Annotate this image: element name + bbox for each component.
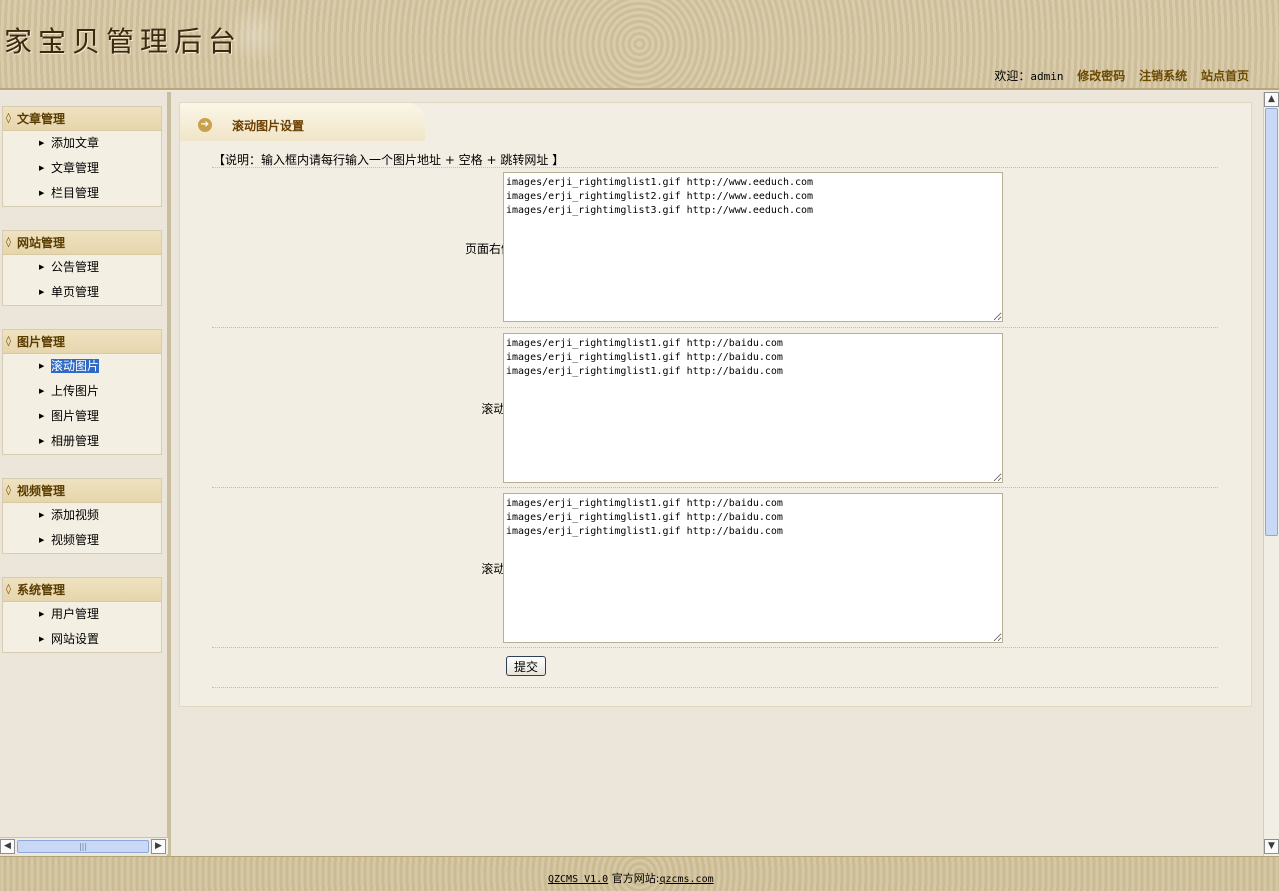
menu-group-header[interactable]: ◊ 文章管理: [3, 107, 161, 131]
arrow-right-icon: ▶: [39, 412, 45, 420]
scroll-thumb[interactable]: [1265, 108, 1278, 536]
diamond-icon: ◊: [6, 485, 11, 496]
sidebar-item-label: 单页管理: [51, 285, 100, 299]
scroll3-textarea[interactable]: images/erji_rightimglist1.gif http://bai…: [503, 493, 1003, 643]
sidebar-item-label: 栏目管理: [51, 186, 100, 200]
arrow-right-icon: ▶: [39, 635, 45, 643]
sidebar-item-scroll-images[interactable]: ▶ 滚动图片: [3, 354, 161, 379]
scroll-thumb[interactable]: |||: [17, 840, 149, 853]
header: 家宝贝管理后台 欢迎：admin 修改密码 注销系统 站点首页: [0, 0, 1279, 90]
sidebar-item-label: 滚动图片: [51, 359, 100, 373]
product-link[interactable]: QZCMS V1.0: [548, 874, 608, 885]
right-side-textarea[interactable]: images/erji_rightimglist1.gif http://www…: [503, 172, 1003, 322]
arrow-right-icon: ▶: [39, 511, 45, 519]
sidebar-item-upload-images[interactable]: ▶ 上传图片: [3, 379, 161, 404]
sidebar-item-label: 相册管理: [51, 434, 100, 448]
sidebar-item-add-video[interactable]: ▶ 添加视频: [3, 503, 161, 528]
menu-group-header[interactable]: ◊ 视频管理: [3, 479, 161, 503]
app-title: 家宝贝管理后台: [4, 25, 243, 58]
form-row-submit: 提交: [212, 647, 1218, 687]
menu-group-articles: ◊ 文章管理 ▶ 添加文章 ▶ 文章管理 ▶ 栏目管理: [2, 106, 162, 207]
sidebar-item-label: 用户管理: [51, 607, 100, 621]
arrow-right-icon: ▶: [39, 610, 45, 618]
sidebar-item-label: 图片管理: [51, 409, 100, 423]
sidebar-item-notice-manage[interactable]: ▶ 公告管理: [3, 255, 161, 280]
sidebar-item-article-manage[interactable]: ▶ 文章管理: [3, 156, 161, 181]
diamond-icon: ◊: [6, 237, 11, 248]
sidebar-item-label: 上传图片: [51, 384, 100, 398]
menu-group-title: 视频管理: [17, 484, 66, 498]
main-content: ➔ 滚动图片设置 【说明：输入框内请每行输入一个图片地址 + 空格 + 跳转网址…: [171, 92, 1263, 856]
panel-tab: ➔ 滚动图片设置: [180, 103, 425, 141]
form-bottom-divider: [212, 687, 1218, 688]
sidebar-item-page-manage[interactable]: ▶ 单页管理: [3, 280, 161, 305]
submit-button[interactable]: 提交: [506, 656, 546, 676]
sidebar-item-album-manage[interactable]: ▶ 相册管理: [3, 429, 161, 454]
arrow-right-icon: ▶: [39, 164, 45, 172]
arrow-right-icon: ▶: [39, 536, 45, 544]
arrow-right-icon: ▶: [39, 362, 45, 370]
sidebar-item-category-manage[interactable]: ▶ 栏目管理: [3, 181, 161, 206]
arrow-right-icon: ▶: [39, 139, 45, 147]
menu-group-header[interactable]: ◊ 系统管理: [3, 578, 161, 602]
instruction-note: 【说明：输入框内请每行输入一个图片地址 + 空格 + 跳转网址 】: [213, 153, 565, 167]
diamond-icon: ◊: [6, 113, 11, 124]
diamond-icon: ◊: [6, 336, 11, 347]
menu-group-title: 文章管理: [17, 112, 66, 126]
menu-group-header[interactable]: ◊ 图片管理: [3, 330, 161, 354]
sidebar-item-label: 网站设置: [51, 632, 100, 646]
circle-arrow-icon: ➔: [198, 118, 212, 132]
form-row-scroll2: 滚动2： images/erji_rightimglist1.gif http:…: [212, 327, 1218, 487]
sidebar-item-label: 文章管理: [51, 161, 100, 175]
diamond-icon: ◊: [6, 584, 11, 595]
form-row-scroll3: 滚动3： images/erji_rightimglist1.gif http:…: [212, 487, 1218, 647]
menu-group-title: 图片管理: [17, 335, 66, 349]
arrow-right-icon: ▶: [39, 189, 45, 197]
main-vertical-scrollbar[interactable]: ▲ ▼: [1263, 92, 1279, 856]
scroll-right-icon[interactable]: ▶: [151, 839, 166, 854]
username: admin: [1030, 70, 1064, 83]
sidebar-item-label: 添加视频: [51, 508, 100, 522]
sidebar-item-label: 视频管理: [51, 533, 100, 547]
menu-group-images: ◊ 图片管理 ▶ 滚动图片 ▶ 上传图片 ▶ 图片管理 ▶ 相册管理: [2, 329, 162, 455]
top-links: 欢迎：admin 修改密码 注销系统 站点首页: [994, 67, 1249, 84]
site-label: 官方网站:: [611, 872, 660, 885]
menu-group-title: 系统管理: [17, 583, 66, 597]
change-password-link[interactable]: 修改密码: [1077, 69, 1125, 83]
official-site-link[interactable]: qzcms.com: [659, 874, 713, 885]
menu-group-header[interactable]: ◊ 网站管理: [3, 231, 161, 255]
sidebar-item-label: 公告管理: [51, 260, 100, 274]
arrow-right-icon: ▶: [39, 437, 45, 445]
menu-group-site: ◊ 网站管理 ▶ 公告管理 ▶ 单页管理: [2, 230, 162, 306]
scroll2-textarea[interactable]: images/erji_rightimglist1.gif http://bai…: [503, 333, 1003, 483]
welcome-text: 欢迎：: [994, 69, 1031, 83]
footer: QZCMS V1.0 官方网站:qzcms.com: [0, 856, 1279, 891]
sidebar-item-user-manage[interactable]: ▶ 用户管理: [3, 602, 161, 627]
arrow-right-icon: ▶: [39, 263, 45, 271]
arrow-right-icon: ▶: [39, 288, 45, 296]
site-home-link[interactable]: 站点首页: [1201, 69, 1249, 83]
panel-title: 滚动图片设置: [232, 119, 305, 133]
menu-group-title: 网站管理: [17, 236, 66, 250]
footer-text: QZCMS V1.0 官方网站:qzcms.com: [548, 870, 714, 886]
sidebar-item-image-manage[interactable]: ▶ 图片管理: [3, 404, 161, 429]
sidebar: ◊ 文章管理 ▶ 添加文章 ▶ 文章管理 ▶ 栏目管理 ◊ 网站管理 ▶ 公告管理 ▶ 单页管…: [0, 92, 171, 856]
form-row-right-side: 页面右侧： images/erji_rightimglist1.gif http…: [212, 167, 1218, 327]
scroll-left-icon[interactable]: ◀: [0, 839, 15, 854]
scroll-down-icon[interactable]: ▼: [1264, 839, 1279, 854]
sidebar-item-label: 添加文章: [51, 136, 100, 150]
sidebar-item-video-manage[interactable]: ▶ 视频管理: [3, 528, 161, 553]
sidebar-item-site-settings[interactable]: ▶ 网站设置: [3, 627, 161, 652]
menu-group-system: ◊ 系统管理 ▶ 用户管理 ▶ 网站设置: [2, 577, 162, 653]
sidebar-horizontal-scrollbar[interactable]: ◀ ||| ▶: [0, 837, 168, 854]
scroll-up-icon[interactable]: ▲: [1264, 92, 1279, 107]
settings-panel: ➔ 滚动图片设置 【说明：输入框内请每行输入一个图片地址 + 空格 + 跳转网址…: [179, 102, 1252, 707]
logout-link[interactable]: 注销系统: [1139, 69, 1187, 83]
sidebar-item-add-article[interactable]: ▶ 添加文章: [3, 131, 161, 156]
menu-group-video: ◊ 视频管理 ▶ 添加视频 ▶ 视频管理: [2, 478, 162, 554]
arrow-right-icon: ▶: [39, 387, 45, 395]
